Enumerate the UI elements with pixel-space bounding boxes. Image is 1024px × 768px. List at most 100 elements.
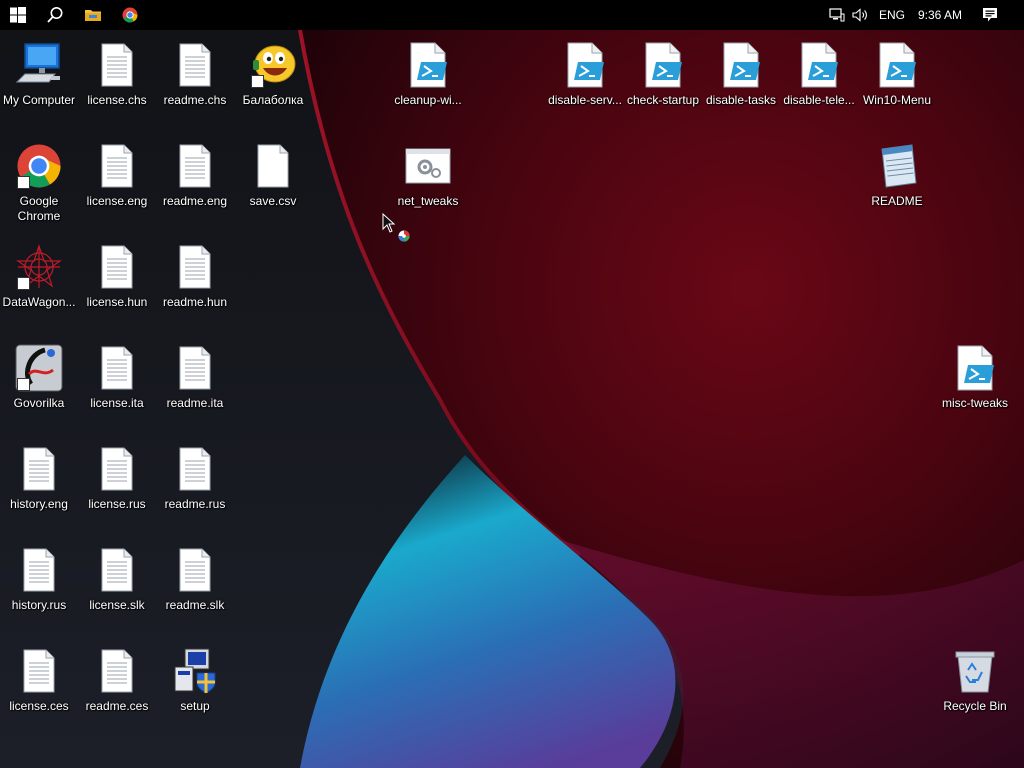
document-icon [179,346,211,390]
icon-label: disable-tele... [783,93,855,107]
document-icon [179,144,211,188]
desktop-icon-readme-ita[interactable]: readme.ita [156,337,234,429]
desktop-icon-govorilka[interactable]: Govorilka [0,337,78,429]
document-icon [101,43,133,87]
desktop-icon-readme-slk[interactable]: readme.slk [156,539,234,631]
icon-label: Recycle Bin [943,699,1007,713]
icon-label: README [871,194,923,208]
taskbar: ENG 9:36 AM [0,0,1024,30]
notepad-icon [881,144,917,188]
desktop-icon-save-csv[interactable]: save.csv [234,135,312,227]
document-icon [23,548,55,592]
desktop-icons: My Computer Google Chrome DataWagon... G… [0,0,1024,768]
shortcut-arrow-icon [17,277,30,290]
chrome-taskbar-button[interactable] [112,0,148,30]
desktop-icon-license-hun[interactable]: license.hun [78,236,156,328]
action-center-button[interactable] [982,0,1000,30]
icon-label: Win10-Menu [862,93,932,107]
desktop-icon-disable-serv[interactable]: disable-serv... [546,34,624,126]
start-button[interactable] [0,0,36,30]
icon-label: history.eng [10,497,68,511]
icon-label: readme.rus [164,497,226,511]
icon-label: license.rus [88,497,146,511]
powershell-script-icon [567,42,604,88]
icon-label: license.hun [86,295,148,309]
document-icon [101,346,133,390]
icon-label: history.rus [11,598,67,612]
powershell-script-icon [957,345,994,391]
search-icon [47,7,63,23]
file-explorer-button[interactable] [75,0,111,30]
folder-icon [85,10,101,21]
powershell-script-icon [723,42,760,88]
blank-file-icon [257,144,289,188]
desktop-icon-check-startup[interactable]: check-startup [624,34,702,126]
desktop-icon-license-rus[interactable]: license.rus [78,438,156,530]
desktop-icon-win10-menu[interactable]: Win10-Menu [858,34,936,126]
settings-file-icon [405,148,451,184]
action-center-icon [983,8,997,22]
icon-label: license.ces [9,699,69,713]
installer-icon [174,648,216,694]
icon-label: license.slk [89,598,145,612]
document-icon [101,447,133,491]
desktop-icon-my-computer[interactable]: My Computer [0,34,78,126]
desktop-icon-readme-rus[interactable]: readme.rus [156,438,234,530]
icon-label: readme.hun [162,295,228,309]
document-icon [179,447,211,491]
mouse-cursor-icon [382,213,396,233]
icon-label: readme.eng [162,194,228,208]
icon-label: license.chs [87,93,147,107]
desktop-icon-readme-ces[interactable]: readme.ces [78,640,156,732]
desktop-icon-balabolka[interactable]: Балаболка [234,34,312,126]
clock[interactable]: 9:36 AM [918,0,962,30]
network-icon [829,8,845,22]
desktop-icon-license-eng[interactable]: license.eng [78,135,156,227]
desktop-icon-history-rus[interactable]: history.rus [0,539,78,631]
icon-label: Govorilka [13,396,65,410]
icon-label: check-startup [626,93,700,107]
desktop-icon-datawagon[interactable]: DataWagon... [0,236,78,328]
icon-label: readme.ces [85,699,149,713]
desktop-icon-recycle-bin[interactable]: Recycle Bin [936,640,1014,732]
desktop-icon-google-chrome[interactable]: Google Chrome [0,135,78,227]
busy-spinner-icon [398,230,410,242]
language-indicator[interactable]: ENG [879,0,905,30]
document-icon [101,649,133,693]
icon-label: DataWagon... [2,295,76,309]
icon-label: cleanup-wi... [394,93,462,107]
desktop-icon-license-ces[interactable]: license.ces [0,640,78,732]
desktop-icon-license-slk[interactable]: license.slk [78,539,156,631]
shortcut-arrow-icon [17,378,30,391]
icon-label: readme.slk [165,598,225,612]
recycle-bin-icon [955,651,995,693]
desktop-icon-history-eng[interactable]: history.eng [0,438,78,530]
powershell-script-icon [801,42,838,88]
desktop-icon-setup[interactable]: setup [156,640,234,732]
document-icon [179,245,211,289]
powershell-script-icon [879,42,916,88]
icon-label: save.csv [249,194,297,208]
icon-label: disable-serv... [548,93,622,107]
search-button[interactable] [37,0,73,30]
icon-label: license.ita [90,396,144,410]
desktop-icon-readme-chs[interactable]: readme.chs [156,34,234,126]
network-tray[interactable] [829,0,847,30]
desktop-icon-cleanup-wi[interactable]: cleanup-wi... [389,34,467,126]
chrome-icon [122,7,138,23]
document-icon [101,144,133,188]
desktop-icon-disable-tasks[interactable]: disable-tasks [702,34,780,126]
desktop-icon-net-tweaks[interactable]: net_tweaks [389,135,467,227]
icon-label: net_tweaks [397,194,459,208]
desktop-icon-readme-hun[interactable]: readme.hun [156,236,234,328]
desktop-icon-license-ita[interactable]: license.ita [78,337,156,429]
desktop-icon-misc-tweaks[interactable]: misc-tweaks [936,337,1014,429]
icon-label: Google Chrome [17,194,61,223]
desktop-icon-readme-eng[interactable]: readme.eng [156,135,234,227]
desktop-icon-readme[interactable]: README [858,135,936,227]
desktop-icon-disable-tele[interactable]: disable-tele... [780,34,858,126]
desktop-icon-license-chs[interactable]: license.chs [78,34,156,126]
volume-tray[interactable] [852,0,870,30]
powershell-script-icon [410,42,447,88]
icon-label: My Computer [2,93,76,107]
